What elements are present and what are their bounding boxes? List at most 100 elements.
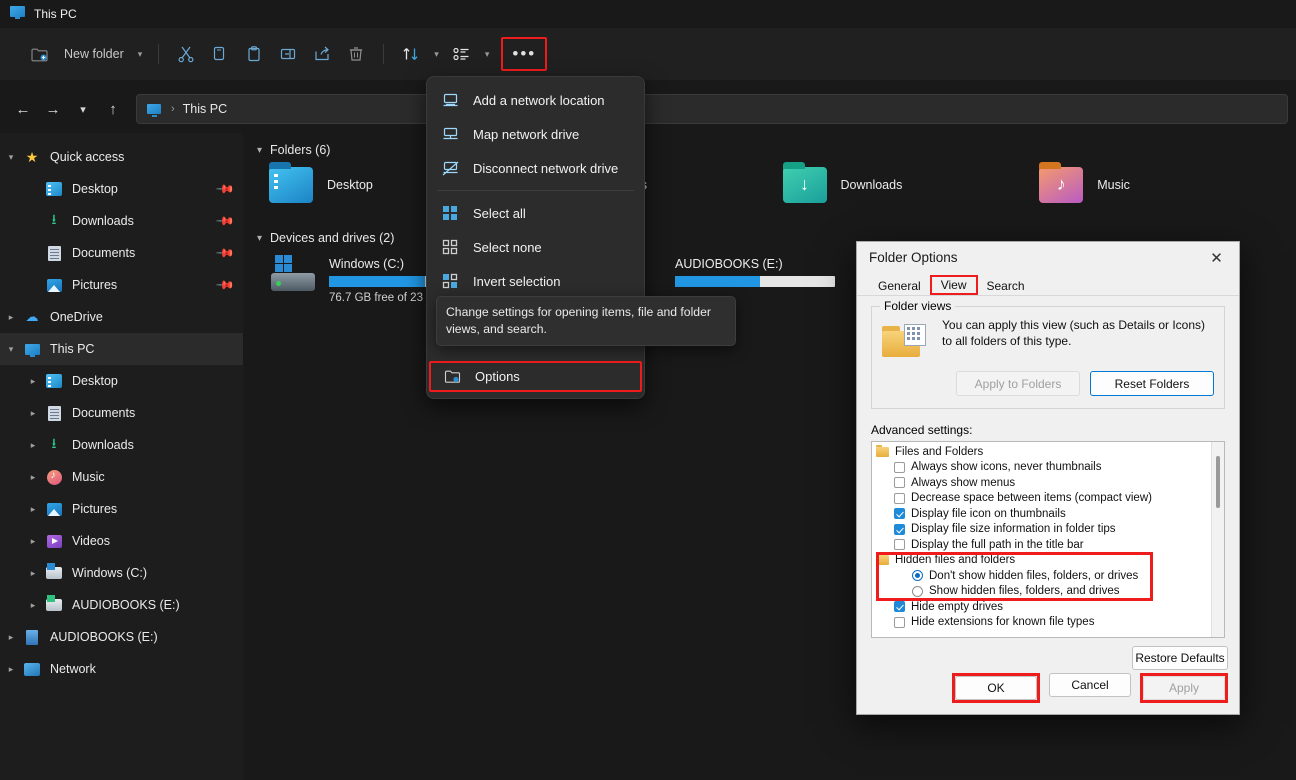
- chevron-right-icon[interactable]: ▸: [22, 504, 44, 515]
- advanced-setting-item[interactable]: Show hidden files, folders, and drives: [872, 584, 1224, 600]
- chevron-right-icon[interactable]: ▸: [22, 408, 44, 419]
- chevron-right-icon[interactable]: ▸: [22, 472, 44, 483]
- new-folder-chevron-down-icon[interactable]: ▾: [132, 49, 149, 60]
- advanced-setting-item[interactable]: Decrease space between items (compact vi…: [872, 491, 1224, 507]
- share-icon[interactable]: [305, 38, 339, 70]
- forward-arrow-icon[interactable]: →: [38, 94, 68, 124]
- checkbox[interactable]: [894, 539, 905, 551]
- advanced-setting-item[interactable]: Always show icons, never thumbnails: [872, 460, 1224, 476]
- context-menu-item-options[interactable]: Options: [429, 361, 642, 392]
- chevron-down-icon[interactable]: ▾: [0, 152, 22, 163]
- sidebar-item-downloads[interactable]: ▸ ⭳ Downloads: [0, 429, 243, 461]
- folder-tile-music[interactable]: ♪ Music: [1039, 161, 1296, 209]
- chevron-right-icon[interactable]: ▸: [0, 632, 22, 643]
- pin-icon[interactable]: 📌: [215, 179, 235, 199]
- dialog-tab-general[interactable]: General: [869, 277, 930, 295]
- context-menu-item-select-none[interactable]: Select none: [427, 230, 644, 264]
- sidebar-item-desktop[interactable]: Desktop 📌: [0, 173, 243, 205]
- sidebar-item-videos[interactable]: ▸ Videos: [0, 525, 243, 557]
- radio-button[interactable]: [912, 570, 923, 582]
- pin-icon[interactable]: 📌: [215, 243, 235, 263]
- chevron-right-icon[interactable]: ▸: [22, 568, 44, 579]
- checkbox[interactable]: [894, 461, 905, 473]
- sort-icon[interactable]: [394, 38, 428, 70]
- context-menu-item-disconnect-network-drive[interactable]: Disconnect network drive: [427, 151, 644, 185]
- advanced-settings-list[interactable]: Files and Folders Always show icons, neve…: [871, 441, 1225, 638]
- sidebar-item-windows-c[interactable]: ▸ Windows (C:): [0, 557, 243, 589]
- address-input[interactable]: › This PC: [136, 94, 1288, 124]
- chevron-down-icon[interactable]: ▾: [257, 233, 262, 244]
- chevron-right-icon[interactable]: ▸: [22, 536, 44, 547]
- cut-icon[interactable]: [169, 38, 203, 70]
- sidebar-item-this-pc[interactable]: ▾ This PC: [0, 333, 243, 365]
- paste-icon[interactable]: [237, 38, 271, 70]
- cancel-button[interactable]: Cancel: [1049, 673, 1131, 697]
- recent-chevron-down-icon[interactable]: ▾: [68, 94, 98, 124]
- sidebar-item-desktop[interactable]: ▸ Desktop: [0, 365, 243, 397]
- chevron-right-icon[interactable]: ▸: [22, 440, 44, 451]
- context-menu-item-label: Add a network location: [473, 92, 605, 108]
- checkbox[interactable]: [894, 523, 905, 535]
- view-chevron-down-icon[interactable]: ▾: [479, 49, 496, 60]
- restore-defaults-button[interactable]: Restore Defaults: [1132, 646, 1228, 670]
- new-folder-button[interactable]: New folder: [14, 38, 132, 70]
- delete-icon[interactable]: [339, 38, 373, 70]
- folder-tile-downloads[interactable]: ↓ Downloads: [782, 161, 1040, 209]
- dialog-tab-view[interactable]: View: [929, 275, 978, 295]
- checkbox[interactable]: [894, 508, 905, 520]
- chevron-right-icon[interactable]: ▸: [22, 600, 44, 611]
- folder-options-dialog[interactable]: Folder Options ✕ General View Search Folde…: [856, 241, 1240, 715]
- close-icon[interactable]: ✕: [1194, 242, 1239, 273]
- sidebar-item-network[interactable]: ▸ Network: [0, 653, 243, 685]
- view-icon[interactable]: [445, 38, 479, 70]
- sidebar-item-quick-access[interactable]: ▾ ★ Quick access: [0, 141, 243, 173]
- advanced-setting-item[interactable]: Display file icon on thumbnails: [872, 506, 1224, 522]
- radio-button[interactable]: [912, 585, 923, 597]
- context-menu-item-invert-selection[interactable]: Invert selection: [427, 264, 644, 298]
- sidebar-item-music[interactable]: ▸ Music: [0, 461, 243, 493]
- folders-group-header[interactable]: ▾ Folders (6): [243, 133, 1296, 161]
- checkbox[interactable]: [894, 492, 905, 504]
- rename-icon[interactable]: [271, 38, 305, 70]
- up-arrow-icon[interactable]: ↑: [98, 94, 128, 124]
- context-menu-item-select-all[interactable]: Select all: [427, 196, 644, 230]
- sidebar-item-documents[interactable]: ▸ Documents: [0, 397, 243, 429]
- advanced-setting-item[interactable]: Display the full path in the title bar: [872, 537, 1224, 553]
- pin-icon[interactable]: 📌: [215, 275, 235, 295]
- network-icon: [22, 660, 42, 678]
- pin-icon[interactable]: 📌: [215, 211, 235, 231]
- sidebar-item-pictures[interactable]: ▸ Pictures: [0, 493, 243, 525]
- advanced-settings-scrollbar[interactable]: [1211, 442, 1224, 637]
- sidebar-item-downloads[interactable]: ⭳ Downloads 📌: [0, 205, 243, 237]
- chevron-right-icon[interactable]: ▸: [22, 376, 44, 387]
- back-arrow-icon[interactable]: ←: [8, 94, 38, 124]
- see-more-button[interactable]: •••: [501, 37, 548, 71]
- navigation-pane[interactable]: ▾ ★ Quick access Desktop 📌 ⭳ Downloads 📌 Documen…: [0, 133, 243, 780]
- overflow-context-menu[interactable]: Add a network location Map network drive D…: [426, 76, 645, 399]
- chevron-down-icon[interactable]: ▾: [0, 344, 22, 355]
- ok-button[interactable]: OK: [955, 676, 1037, 700]
- sidebar-item-audiobooks-e[interactable]: ▸ AUDIOBOOKS (E:): [0, 621, 243, 653]
- context-menu-item-map-network-drive[interactable]: Map network drive: [427, 117, 644, 151]
- sidebar-item-pictures[interactable]: Pictures 📌: [0, 269, 243, 301]
- chevron-right-icon[interactable]: ▸: [0, 664, 22, 675]
- dialog-tab-search[interactable]: Search: [978, 277, 1034, 295]
- sidebar-item-documents[interactable]: Documents 📌: [0, 237, 243, 269]
- advanced-setting-item[interactable]: Display file size information in folder …: [872, 522, 1224, 538]
- sidebar-item-onedrive[interactable]: ▸ ☁ OneDrive: [0, 301, 243, 333]
- copy-icon[interactable]: [203, 38, 237, 70]
- advanced-setting-item[interactable]: Hide extensions for known file types: [872, 615, 1224, 631]
- chevron-right-icon[interactable]: ▸: [0, 312, 22, 323]
- sidebar-item-audiobooks-e[interactable]: ▸ AUDIOBOOKS (E:): [0, 589, 243, 621]
- advanced-setting-item[interactable]: Don't show hidden files, folders, or dri…: [872, 568, 1224, 584]
- context-menu-item-add-a-network-location[interactable]: Add a network location: [427, 83, 644, 117]
- checkbox[interactable]: [894, 601, 905, 613]
- checkbox[interactable]: [894, 616, 905, 628]
- chevron-down-icon[interactable]: ▾: [257, 145, 262, 156]
- sort-chevron-down-icon[interactable]: ▾: [428, 49, 445, 60]
- checkbox[interactable]: [894, 477, 905, 489]
- advanced-setting-item[interactable]: Hide empty drives: [872, 599, 1224, 615]
- advanced-setting-item[interactable]: Always show menus: [872, 475, 1224, 491]
- dialog-tabs[interactable]: General View Search: [857, 273, 1239, 295]
- reset-folders-button[interactable]: Reset Folders: [1090, 371, 1214, 396]
